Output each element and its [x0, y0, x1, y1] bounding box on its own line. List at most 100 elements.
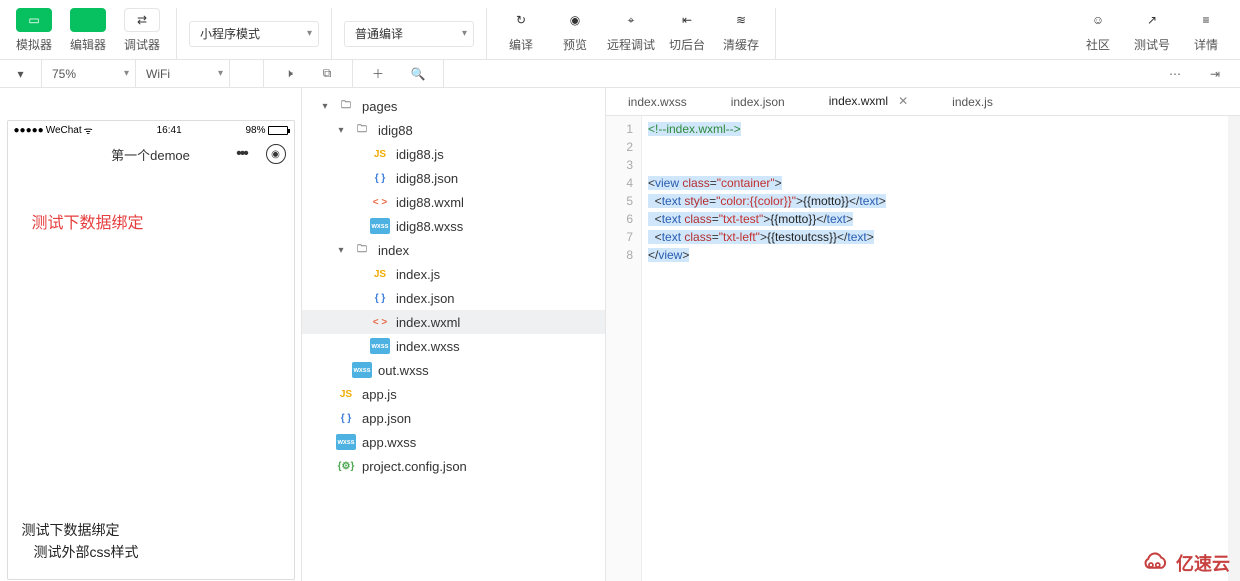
tree-item-label: out.wxss	[378, 363, 429, 378]
json-icon: { }	[336, 410, 356, 426]
zoom-select[interactable]: 75%	[42, 60, 136, 87]
tree-item-idig88-js[interactable]: JSidig88.js	[302, 142, 605, 166]
clear-cache-button-label: 清缓存	[723, 36, 759, 53]
compile-button[interactable]: ↻	[503, 8, 539, 32]
tab-index-wxml[interactable]: index.wxml ✕	[807, 88, 930, 115]
code-line[interactable]: <text style="color:{{color}}">{{motto}}<…	[648, 192, 1240, 210]
tree-item-label: app.wxss	[362, 435, 416, 450]
network-select[interactable]: WiFi	[136, 60, 230, 87]
wifi-icon: ᯤ	[84, 123, 93, 137]
detach-icon[interactable]: ⧉	[312, 66, 342, 81]
js-icon: JS	[370, 266, 390, 282]
signal-dots-icon: ●●●●●	[14, 125, 44, 136]
compile-select[interactable]: 普通编译	[344, 21, 474, 47]
wxss-icon: wxss	[352, 362, 372, 378]
wxss-icon: wxss	[370, 338, 390, 354]
code-line[interactable]: </view>	[648, 246, 1240, 264]
tree-item-app-js[interactable]: JSapp.js	[302, 382, 605, 406]
remote-debug-button[interactable]: ⌖	[613, 8, 649, 32]
code-line[interactable]	[648, 156, 1240, 174]
capsule-close-icon[interactable]: ◉	[266, 144, 286, 164]
tree-item-idig88-wxss[interactable]: wxssidig88.wxss	[302, 214, 605, 238]
editor-scrollbar[interactable]	[1228, 116, 1240, 581]
mode-select[interactable]: 小程序模式	[189, 21, 319, 47]
tree-item-label: index	[378, 243, 409, 258]
tree-item-project-config-json[interactable]: {⚙}project.config.json	[302, 454, 605, 478]
tree-item-pages[interactable]: ▾🗀pages	[302, 94, 605, 118]
json-icon: { }	[370, 170, 390, 186]
tree-item-label: idig88.json	[396, 171, 458, 186]
tree-item-label: index.wxml	[396, 315, 460, 330]
phone-status-bar: ●●●●● WeChat ᯤ 16:41 98%	[8, 121, 294, 139]
debugger-button[interactable]: ⇄	[124, 8, 160, 32]
search-icon[interactable]: 🔍	[403, 67, 433, 81]
tree-item-out-wxss[interactable]: wxss out.wxss	[302, 358, 605, 382]
code-line[interactable]: <text class="txt-left">{{testoutcss}}</t…	[648, 228, 1240, 246]
code-line[interactable]	[648, 138, 1240, 156]
tree-item-index-wxml[interactable]: < > index.wxml	[302, 310, 605, 334]
test-account-button-label: 测试号	[1134, 36, 1170, 53]
tree-item-idig88-json[interactable]: { } idig88.json	[302, 166, 605, 190]
tree-item-label: pages	[362, 99, 397, 114]
editor-tabs: index.wxss index.json index.wxml ✕ index.js	[606, 88, 1240, 116]
tab-label: index.js	[952, 95, 993, 109]
folder-icon: 🗀	[336, 98, 356, 114]
json-icon: { }	[370, 290, 390, 306]
tree-item-index-wxss[interactable]: wxss index.wxss	[302, 334, 605, 358]
simulator-button-label: 模拟器	[16, 36, 52, 53]
tree-item-label: app.json	[362, 411, 411, 426]
tree-item-index-json[interactable]: { } index.json	[302, 286, 605, 310]
tree-item-label: idig88.js	[396, 147, 444, 162]
details-button-label: 详情	[1194, 36, 1218, 53]
collapse-simulator-button[interactable]: ▾	[0, 60, 42, 87]
carrier-label: WeChat	[46, 125, 82, 136]
tab-index-js[interactable]: index.js	[930, 88, 1015, 115]
new-file-icon[interactable]: ＋	[363, 65, 393, 82]
line-gutter: 12345678	[606, 116, 642, 581]
wxss-icon: wxss	[370, 218, 390, 234]
code-line[interactable]: <view class="container">	[648, 174, 1240, 192]
code-line[interactable]: <text class="txt-test">{{motto}}</text>	[648, 210, 1240, 228]
editor-button[interactable]	[70, 8, 106, 32]
config-icon: {⚙}	[336, 458, 356, 474]
chevron-down-icon: ▾	[336, 245, 346, 256]
tab-label: index.wxml	[829, 94, 888, 108]
preview-button[interactable]: ◉	[557, 8, 593, 32]
battery-pct: 98%	[245, 125, 265, 136]
tree-item-index[interactable]: ▾🗀index	[302, 238, 605, 262]
wxml-icon: < >	[370, 314, 390, 330]
simulator-pane: ●●●●● WeChat ᯤ 16:41 98% 第一个demoe ••• ◉ …	[0, 88, 302, 581]
tree-item-label: index.json	[396, 291, 455, 306]
tab-index-json[interactable]: index.json	[709, 88, 807, 115]
clear-cache-button[interactable]: ≋	[723, 8, 759, 32]
bottom-text-2: 测试外部css样式	[22, 541, 139, 563]
red-bound-text: 测试下数据绑定	[32, 209, 280, 233]
tree-item-idig88[interactable]: ▾🗀idig88	[302, 118, 605, 142]
tree-item-label: idig88	[378, 123, 413, 138]
file-tree: ▾🗀pages▾🗀idig88JSidig88.js{ }idig88.json…	[302, 88, 605, 484]
code-editor[interactable]: 12345678 <!--index.wxml--> <view class="…	[606, 116, 1240, 581]
code-line[interactable]: <!--index.wxml-->	[648, 120, 1240, 138]
more-icon[interactable]: ⋯	[1160, 67, 1190, 81]
close-icon[interactable]: ✕	[898, 94, 908, 108]
community-button[interactable]: ☺	[1080, 8, 1116, 32]
tree-item-app-wxss[interactable]: wxssapp.wxss	[302, 430, 605, 454]
compile-button-label: 编译	[509, 36, 533, 53]
capsule-menu-icon[interactable]: •••	[226, 144, 258, 164]
tree-item-label: app.js	[362, 387, 397, 402]
switch-bg-button[interactable]: ⇤	[669, 8, 705, 32]
test-account-button[interactable]: ↗	[1134, 8, 1170, 32]
simulator-button[interactable]: ▭	[16, 8, 52, 32]
tree-item-label: index.wxss	[396, 339, 460, 354]
details-button[interactable]: ≡	[1188, 8, 1224, 32]
tree-item-app-json[interactable]: { } app.json	[302, 406, 605, 430]
simulator-phone: ●●●●● WeChat ᯤ 16:41 98% 第一个demoe ••• ◉ …	[7, 120, 295, 580]
tree-item-index-js[interactable]: JSindex.js	[302, 262, 605, 286]
mute-icon[interactable]: 🕨	[274, 66, 304, 81]
tab-index-wxss[interactable]: index.wxss	[606, 88, 709, 115]
tab-label: index.json	[731, 95, 785, 109]
split-icon[interactable]: ⇥	[1200, 67, 1230, 81]
tree-item-idig88-wxml[interactable]: < >idig88.wxml	[302, 190, 605, 214]
watermark: 亿速云	[1136, 550, 1230, 576]
top-toolbar: ▭模拟器编辑器⇄调试器 小程序模式 普通编译 ↻编译◉预览⌖远程调试⇤切后台≋清…	[0, 0, 1240, 60]
